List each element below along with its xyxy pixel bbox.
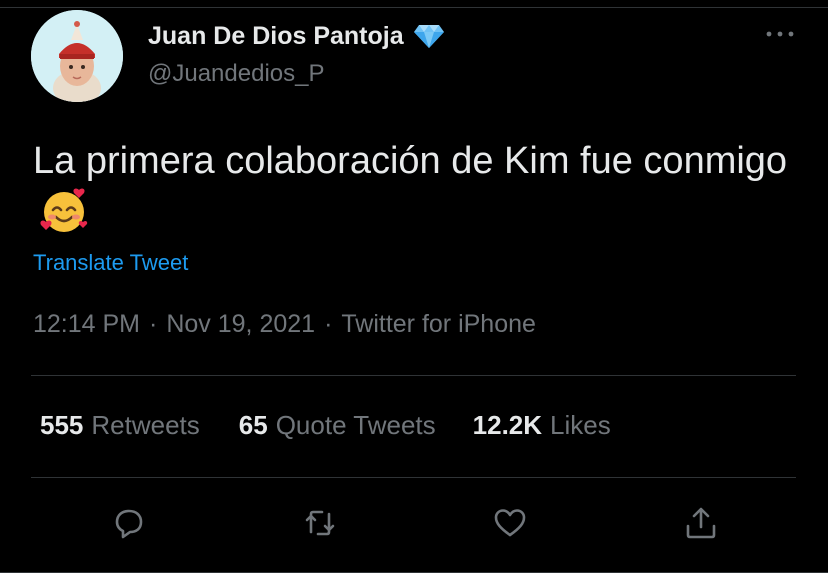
tweet-text-content: La primera colaboración de Kim fue conmi… <box>33 140 788 182</box>
diamond-icon <box>413 25 444 48</box>
author-handle[interactable]: @Juandedios_P <box>148 60 324 88</box>
tweet-source[interactable]: Twitter for iPhone <box>341 310 536 339</box>
tweet-text: La primera colaboración de Kim fue conmi… <box>33 136 793 237</box>
likes-stat[interactable]: 12.2K Likes <box>473 410 611 441</box>
avatar[interactable] <box>31 10 123 102</box>
tweet-stats: 555 Retweets 65 Quote Tweets 12.2K Likes <box>40 410 611 441</box>
share-icon[interactable] <box>683 505 719 541</box>
quote-tweets-count: 65 <box>238 410 268 440</box>
like-icon[interactable] <box>492 505 528 541</box>
retweets-label: Retweets <box>91 410 200 440</box>
author-name[interactable]: Juan De Dios Pantoja <box>148 22 404 51</box>
top-divider <box>0 7 828 8</box>
translate-tweet-link[interactable]: Translate Tweet <box>33 250 188 276</box>
quote-tweets-stat[interactable]: 65 Quote Tweets <box>239 410 436 441</box>
author-row: Juan De Dios Pantoja <box>148 22 445 50</box>
avatar-image <box>31 10 123 102</box>
meta-separator: · <box>149 310 158 338</box>
retweets-count: 555 <box>40 410 84 440</box>
quote-tweets-label: Quote Tweets <box>275 410 436 440</box>
retweets-stat[interactable]: 555 Retweets <box>40 410 200 441</box>
stats-divider-bottom <box>31 477 796 478</box>
retweet-icon[interactable] <box>302 505 338 541</box>
reply-icon[interactable] <box>111 505 147 541</box>
likes-count: 12.2K <box>472 410 543 440</box>
tweet-date[interactable]: Nov 19, 2021 <box>166 310 315 339</box>
tweet-meta: 12:14 PM · Nov 19, 2021 · Twitter for iP… <box>33 310 536 339</box>
more-options-icon[interactable] <box>764 26 796 42</box>
likes-label: Likes <box>550 410 611 440</box>
smiling-face-with-hearts-icon <box>40 188 88 232</box>
meta-separator: · <box>324 310 333 338</box>
tweet-time[interactable]: 12:14 PM <box>33 310 140 339</box>
stats-divider-top <box>31 375 796 376</box>
